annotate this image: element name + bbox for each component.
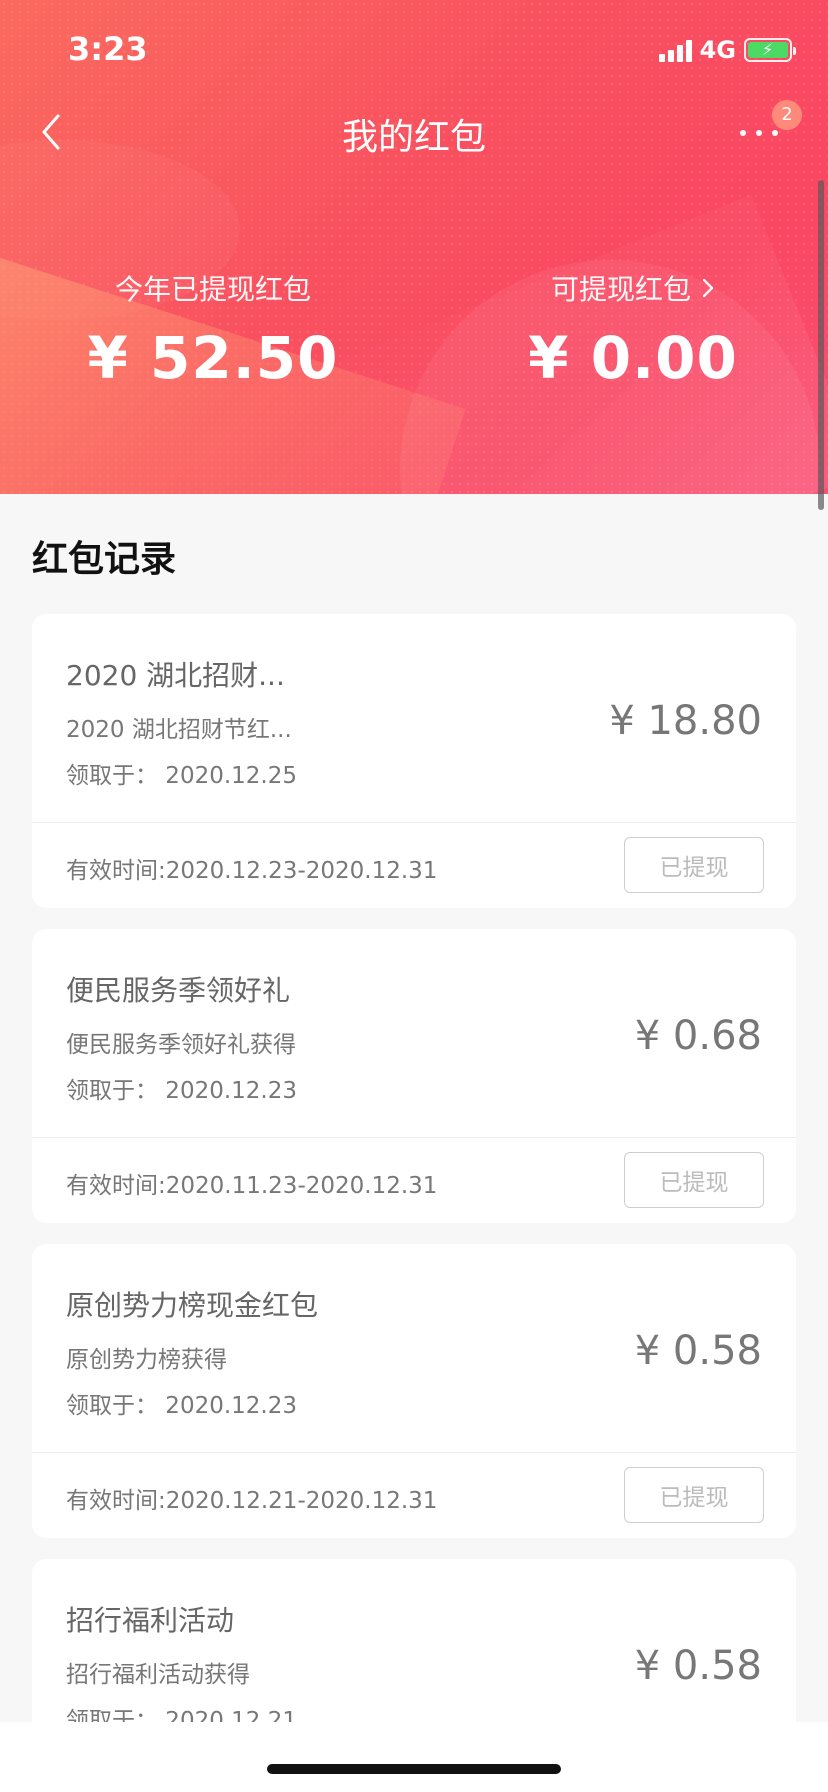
record-title: 2020 湖北招财... — [66, 659, 285, 692]
record-amount: ¥ 0.58 — [634, 1643, 762, 1689]
record-subtitle: 2020 湖北招财节红... — [66, 717, 292, 743]
record-subtitle: 便民服务季领好礼获得 — [66, 1032, 296, 1058]
more-icon — [740, 130, 778, 136]
record-title: 便民服务季领好礼 — [66, 974, 291, 1007]
more-button[interactable]: 2 — [732, 100, 802, 156]
record-date: 领取于： 2020.12.25 — [66, 763, 297, 789]
header-banner: 3:23 4G ⚡ 我的红包 2 今年已提现红包 ¥ 52.50 可提现红包 ¥… — [0, 0, 828, 494]
chevron-right-icon — [702, 278, 714, 298]
record-amount: ¥ 0.68 — [634, 1013, 762, 1059]
withdrawn-summary: 今年已提现红包 ¥ 52.50 — [80, 268, 346, 392]
available-label: 可提现红包 — [550, 273, 691, 306]
record-card[interactable]: 原创势力榜现金红包 原创势力榜获得 领取于： 2020.12.23 ¥ 0.58… — [32, 1244, 796, 1538]
record-title: 招行福利活动 — [66, 1604, 235, 1637]
signal-icon — [658, 38, 692, 62]
battery-icon: ⚡ — [744, 38, 796, 62]
page-title: 我的红包 — [341, 117, 486, 158]
record-card[interactable]: 便民服务季领好礼 便民服务季领好礼获得 领取于： 2020.12.23 ¥ 0.… — [32, 929, 796, 1223]
available-label-row[interactable]: 可提现红包 — [500, 268, 766, 308]
record-amount: ¥ 0.58 — [634, 1328, 762, 1374]
scrollbar[interactable] — [818, 180, 824, 510]
home-indicator[interactable] — [267, 1764, 561, 1774]
record-subtitle: 原创势力榜获得 — [66, 1347, 227, 1373]
withdrawn-status-button[interactable]: 已提现 — [624, 1152, 764, 1208]
network-type: 4G — [699, 36, 736, 64]
record-valid-period: 有效时间:2020.12.23-2020.12.31 — [66, 858, 438, 884]
withdrawn-amount: ¥ 52.50 — [87, 324, 339, 392]
status-time: 3:23 — [68, 30, 148, 68]
available-summary[interactable]: 可提现红包 ¥ 0.00 — [500, 268, 766, 392]
status-indicators: 4G ⚡ — [658, 36, 796, 64]
record-amount: ¥ 18.80 — [609, 698, 762, 744]
withdrawn-status-button[interactable]: 已提现 — [624, 837, 764, 893]
withdrawn-status-button[interactable]: 已提现 — [624, 1467, 764, 1523]
record-date: 领取于： 2020.12.23 — [66, 1078, 297, 1104]
record-card[interactable]: 2020 湖北招财... 2020 湖北招财节红... 领取于： 2020.12… — [32, 614, 796, 908]
available-amount: ¥ 0.00 — [528, 324, 738, 392]
home-bar-area — [0, 1722, 828, 1792]
record-valid-period: 有效时间:2020.11.23-2020.12.31 — [66, 1173, 438, 1199]
record-date: 领取于： 2020.12.23 — [66, 1393, 297, 1419]
record-valid-period: 有效时间:2020.12.21-2020.12.31 — [66, 1488, 438, 1514]
notification-badge: 2 — [772, 100, 802, 130]
section-title: 红包记录 — [32, 539, 177, 580]
withdrawn-label: 今年已提现红包 — [114, 273, 311, 306]
record-title: 原创势力榜现金红包 — [66, 1289, 319, 1322]
record-subtitle: 招行福利活动获得 — [66, 1662, 250, 1688]
